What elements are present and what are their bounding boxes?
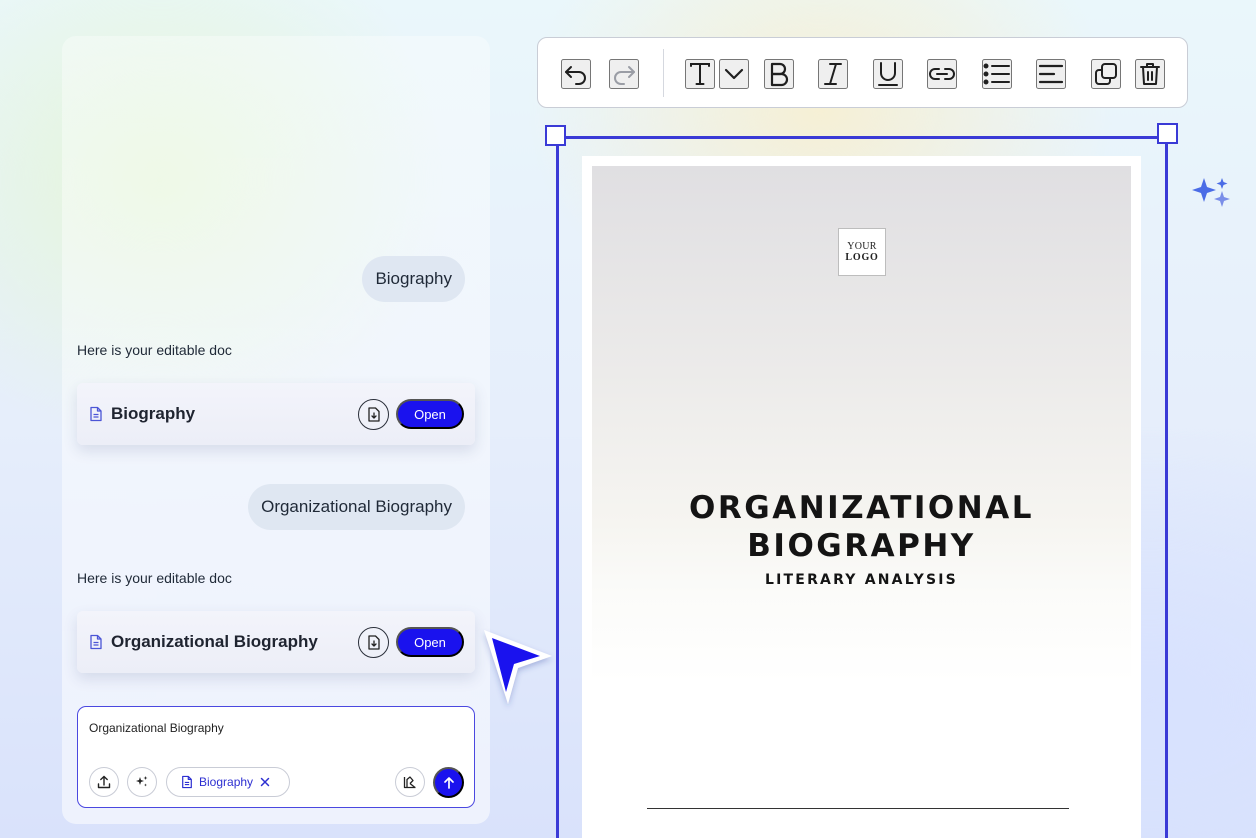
resize-handle[interactable] <box>545 125 566 146</box>
user-message: Organizational Biography <box>248 484 465 530</box>
download-icon <box>367 406 381 422</box>
bold-button[interactable] <box>764 59 794 89</box>
italic-button[interactable] <box>818 59 848 89</box>
template-icon <box>402 774 418 790</box>
document-card[interactable]: Biography Open <box>77 383 475 445</box>
duplicate-button[interactable] <box>1091 59 1121 89</box>
italic-icon <box>822 61 844 87</box>
document-card[interactable]: Organizational Biography Open <box>77 611 475 673</box>
download-icon <box>367 634 381 650</box>
toolbar-divider <box>663 49 664 97</box>
user-message: Biography <box>362 256 465 302</box>
sparkle-icon <box>1188 174 1238 214</box>
close-icon[interactable] <box>260 777 270 787</box>
chip-label: Biography <box>199 775 254 789</box>
formatting-toolbar <box>537 37 1188 108</box>
assistant-message: Here is your editable doc <box>77 342 232 358</box>
arrow-up-icon <box>442 776 456 790</box>
underline-button[interactable] <box>873 59 903 89</box>
bullet-list-icon <box>983 63 1011 85</box>
redo-button[interactable] <box>609 59 639 89</box>
selection-frame <box>556 136 1168 838</box>
align-left-button[interactable] <box>1036 59 1066 89</box>
undo-icon <box>563 63 589 85</box>
upload-button[interactable] <box>89 767 119 797</box>
message-input[interactable] <box>89 721 459 735</box>
link-icon <box>928 66 956 82</box>
duplicate-icon <box>1094 62 1118 86</box>
upload-icon <box>96 774 112 790</box>
undo-button[interactable] <box>561 59 591 89</box>
attached-document-chip[interactable]: Biography <box>166 767 290 797</box>
bullet-list-button[interactable] <box>982 59 1012 89</box>
document-title: Organizational Biography <box>111 632 318 651</box>
redo-icon <box>611 63 637 85</box>
text-icon <box>688 61 712 87</box>
message-composer[interactable]: Biography <box>77 706 475 808</box>
link-button[interactable] <box>927 59 957 89</box>
open-button[interactable]: Open <box>396 627 464 657</box>
bold-icon <box>768 61 790 87</box>
download-button[interactable] <box>358 398 389 430</box>
chevron-down-icon <box>724 68 744 80</box>
ai-assist-button[interactable] <box>127 767 157 797</box>
align-left-icon <box>1038 64 1064 84</box>
file-icon <box>181 775 193 789</box>
download-button[interactable] <box>358 626 389 658</box>
delete-button[interactable] <box>1135 59 1165 89</box>
document-title: Biography <box>111 404 196 423</box>
assistant-message: Here is your editable doc <box>77 570 232 586</box>
cursor-pointer-icon <box>478 622 562 714</box>
template-button[interactable] <box>395 767 425 797</box>
resize-handle[interactable] <box>1157 123 1178 144</box>
text-style-button[interactable] <box>685 59 715 89</box>
sparkle-icon <box>135 775 149 789</box>
text-style-dropdown[interactable] <box>719 59 749 89</box>
file-icon <box>89 406 103 422</box>
file-icon <box>89 634 103 650</box>
open-button[interactable]: Open <box>396 399 464 429</box>
trash-icon <box>1139 62 1161 86</box>
chat-panel: Biography Here is your editable doc Biog… <box>62 36 490 824</box>
send-button[interactable] <box>433 767 464 798</box>
underline-icon <box>876 61 900 87</box>
